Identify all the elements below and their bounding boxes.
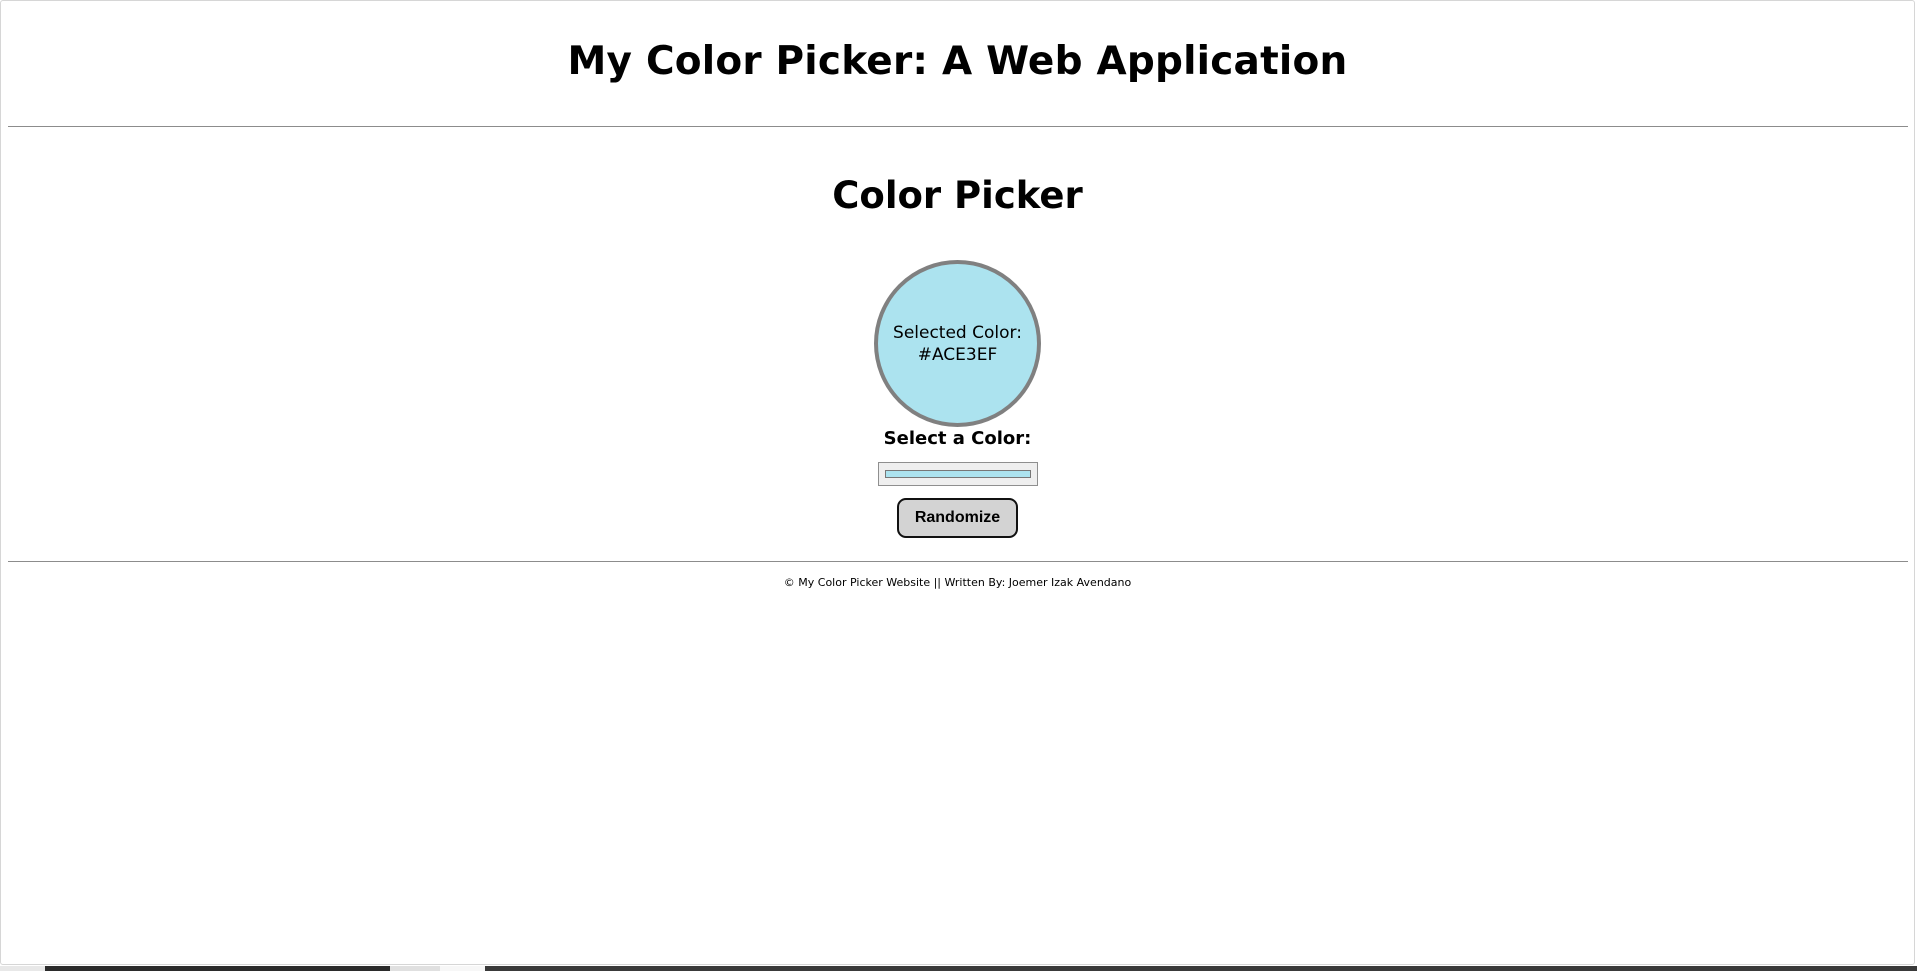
select-color-label: Select a Color: — [883, 428, 1032, 449]
section-title: Color Picker — [832, 174, 1083, 217]
window-bottom-strip — [0, 966, 1917, 971]
strip-segment — [45, 966, 390, 971]
header-divider — [8, 126, 1908, 127]
footer-text: © My Color Picker Website || Written By:… — [783, 576, 1132, 589]
strip-segment — [440, 966, 485, 971]
strip-segment — [390, 966, 440, 971]
swatch-hex-value: #ACE3EF — [917, 344, 998, 365]
footer-divider — [8, 561, 1908, 562]
randomize-button[interactable]: Randomize — [897, 498, 1018, 538]
page-title: My Color Picker: A Web Application — [567, 39, 1348, 84]
browser-viewport: My Color Picker: A Web Application Color… — [0, 0, 1915, 965]
strip-segment — [0, 966, 45, 971]
color-input[interactable] — [878, 462, 1038, 486]
color-input-preview — [885, 470, 1031, 478]
color-swatch-circle: Selected Color: #ACE3EF — [874, 260, 1041, 427]
strip-segment — [485, 966, 1917, 971]
swatch-label: Selected Color: — [893, 322, 1022, 343]
